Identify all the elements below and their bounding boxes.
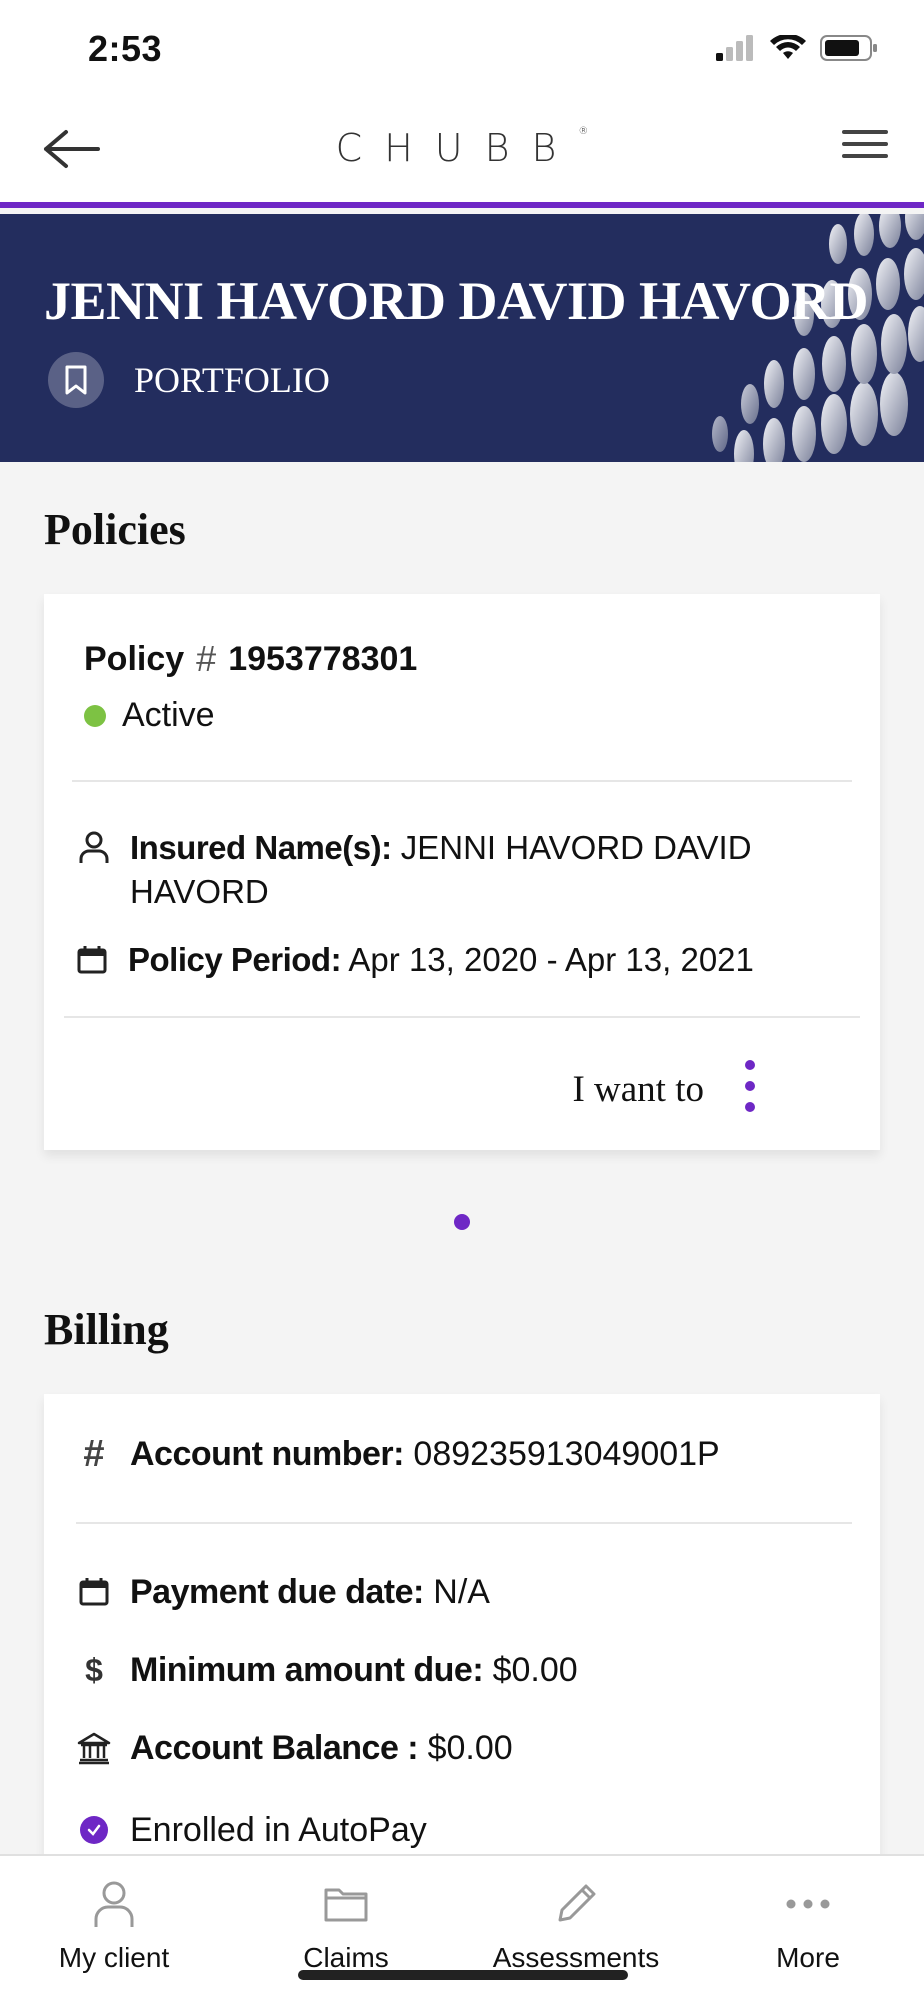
minimum-due-row: $ Minimum amount due: $0.00 [74,1648,578,1692]
billing-heading: Billing [44,1305,169,1354]
divider [76,1522,852,1524]
insured-value-line-2: HAVORD [130,873,269,910]
tab-my-client-label: My client [58,1942,170,1973]
pencil-icon [476,1874,676,1934]
calendar-icon [72,938,112,982]
tab-claims[interactable]: Claims [246,1874,446,1974]
account-number-row: # Account number: 089235913049001P [74,1432,720,1476]
policy-period-value: Apr 13, 2020 - Apr 13, 2021 [348,941,754,978]
policy-number-row: Policy # 1953778301 [84,638,417,680]
portfolio-label: PORTFOLIO [134,360,330,400]
person-icon [74,826,114,870]
check-circle-icon [74,1808,114,1852]
nav-bar: CHUBB® [0,100,924,208]
insured-value: JENNI HAVORD DAVID [400,829,752,866]
calendar-icon [74,1570,114,1614]
payment-due-value: N/A [433,1573,490,1611]
policy-label: Policy [84,639,185,678]
status-bar: 2:53 [0,0,924,100]
minimum-due-label: Minimum amount due: [130,1651,484,1689]
policy-number: 1953778301 [228,639,418,678]
insured-label: Insured Name(s): [130,829,392,866]
policy-card[interactable]: Policy # 1953778301 Active Insured Name(… [44,594,880,1150]
tab-my-client[interactable]: My client [14,1874,214,1974]
autopay-row: Enrolled in AutoPay [74,1808,427,1852]
hash-icon: # [83,1433,105,1475]
active-status-dot-icon [84,704,106,727]
policies-heading: Policies [44,505,186,554]
bank-icon [74,1726,114,1770]
tab-more[interactable]: More [708,1874,908,1974]
bookmark-icon [48,352,104,408]
portfolio-label-row: PORTFOLIO [48,352,330,408]
home-indicator[interactable] [298,1970,628,1980]
client-name-title: JENNI HAVORD DAVID HAVORD [44,271,868,331]
divider [64,1016,860,1018]
tab-more-label: More [776,1942,840,1973]
policy-period-label: Policy Period: [128,941,342,978]
status-icons [716,34,878,62]
portfolio-hero-banner: JENNI HAVORD DAVID HAVORD PORTFOLIO [0,214,924,462]
insured-names-row: Insured Name(s): JENNI HAVORD DAVID HAVO… [74,826,752,914]
payment-due-row: Payment due date: N/A [74,1570,490,1614]
kebab-menu-icon[interactable] [740,1060,760,1112]
carousel-page-indicator[interactable] [454,1214,470,1230]
account-balance-row: Account Balance : $0.00 [74,1726,513,1770]
account-balance-label: Account Balance : [130,1729,419,1767]
hamburger-menu-icon[interactable] [842,130,888,170]
account-number-value: 089235913049001P [413,1435,720,1473]
ellipsis-icon [708,1874,908,1934]
chubb-logo: CHUBB® [335,126,589,170]
policy-status-label: Active [122,696,215,734]
i-want-to-row: I want to [572,1068,704,1111]
account-number-label: Account number: [130,1435,404,1473]
policy-status: Active [84,696,215,735]
battery-icon [820,35,877,61]
payment-due-label: Payment due date: [130,1573,424,1611]
dollar-icon: $ [85,1652,103,1688]
folder-icon [246,1874,446,1934]
i-want-to-link[interactable]: I want to [572,1069,704,1110]
person-icon [14,1874,214,1934]
status-time: 2:53 [88,28,163,69]
policy-period-row: Policy Period: Apr 13, 2020 - Apr 13, 20… [72,938,754,982]
billing-card: # Account number: 089235913049001P Payme… [44,1394,880,1864]
signal-icon [716,35,753,61]
minimum-due-value: $0.00 [492,1651,578,1689]
wifi-icon [770,35,806,59]
tab-assessments[interactable]: Assessments [476,1874,676,1974]
building-facade-image [712,214,924,462]
autopay-status: Enrolled in AutoPay [130,1811,427,1849]
hash-icon: # [196,638,217,679]
account-balance-value: $0.00 [427,1729,513,1767]
divider [72,780,852,782]
